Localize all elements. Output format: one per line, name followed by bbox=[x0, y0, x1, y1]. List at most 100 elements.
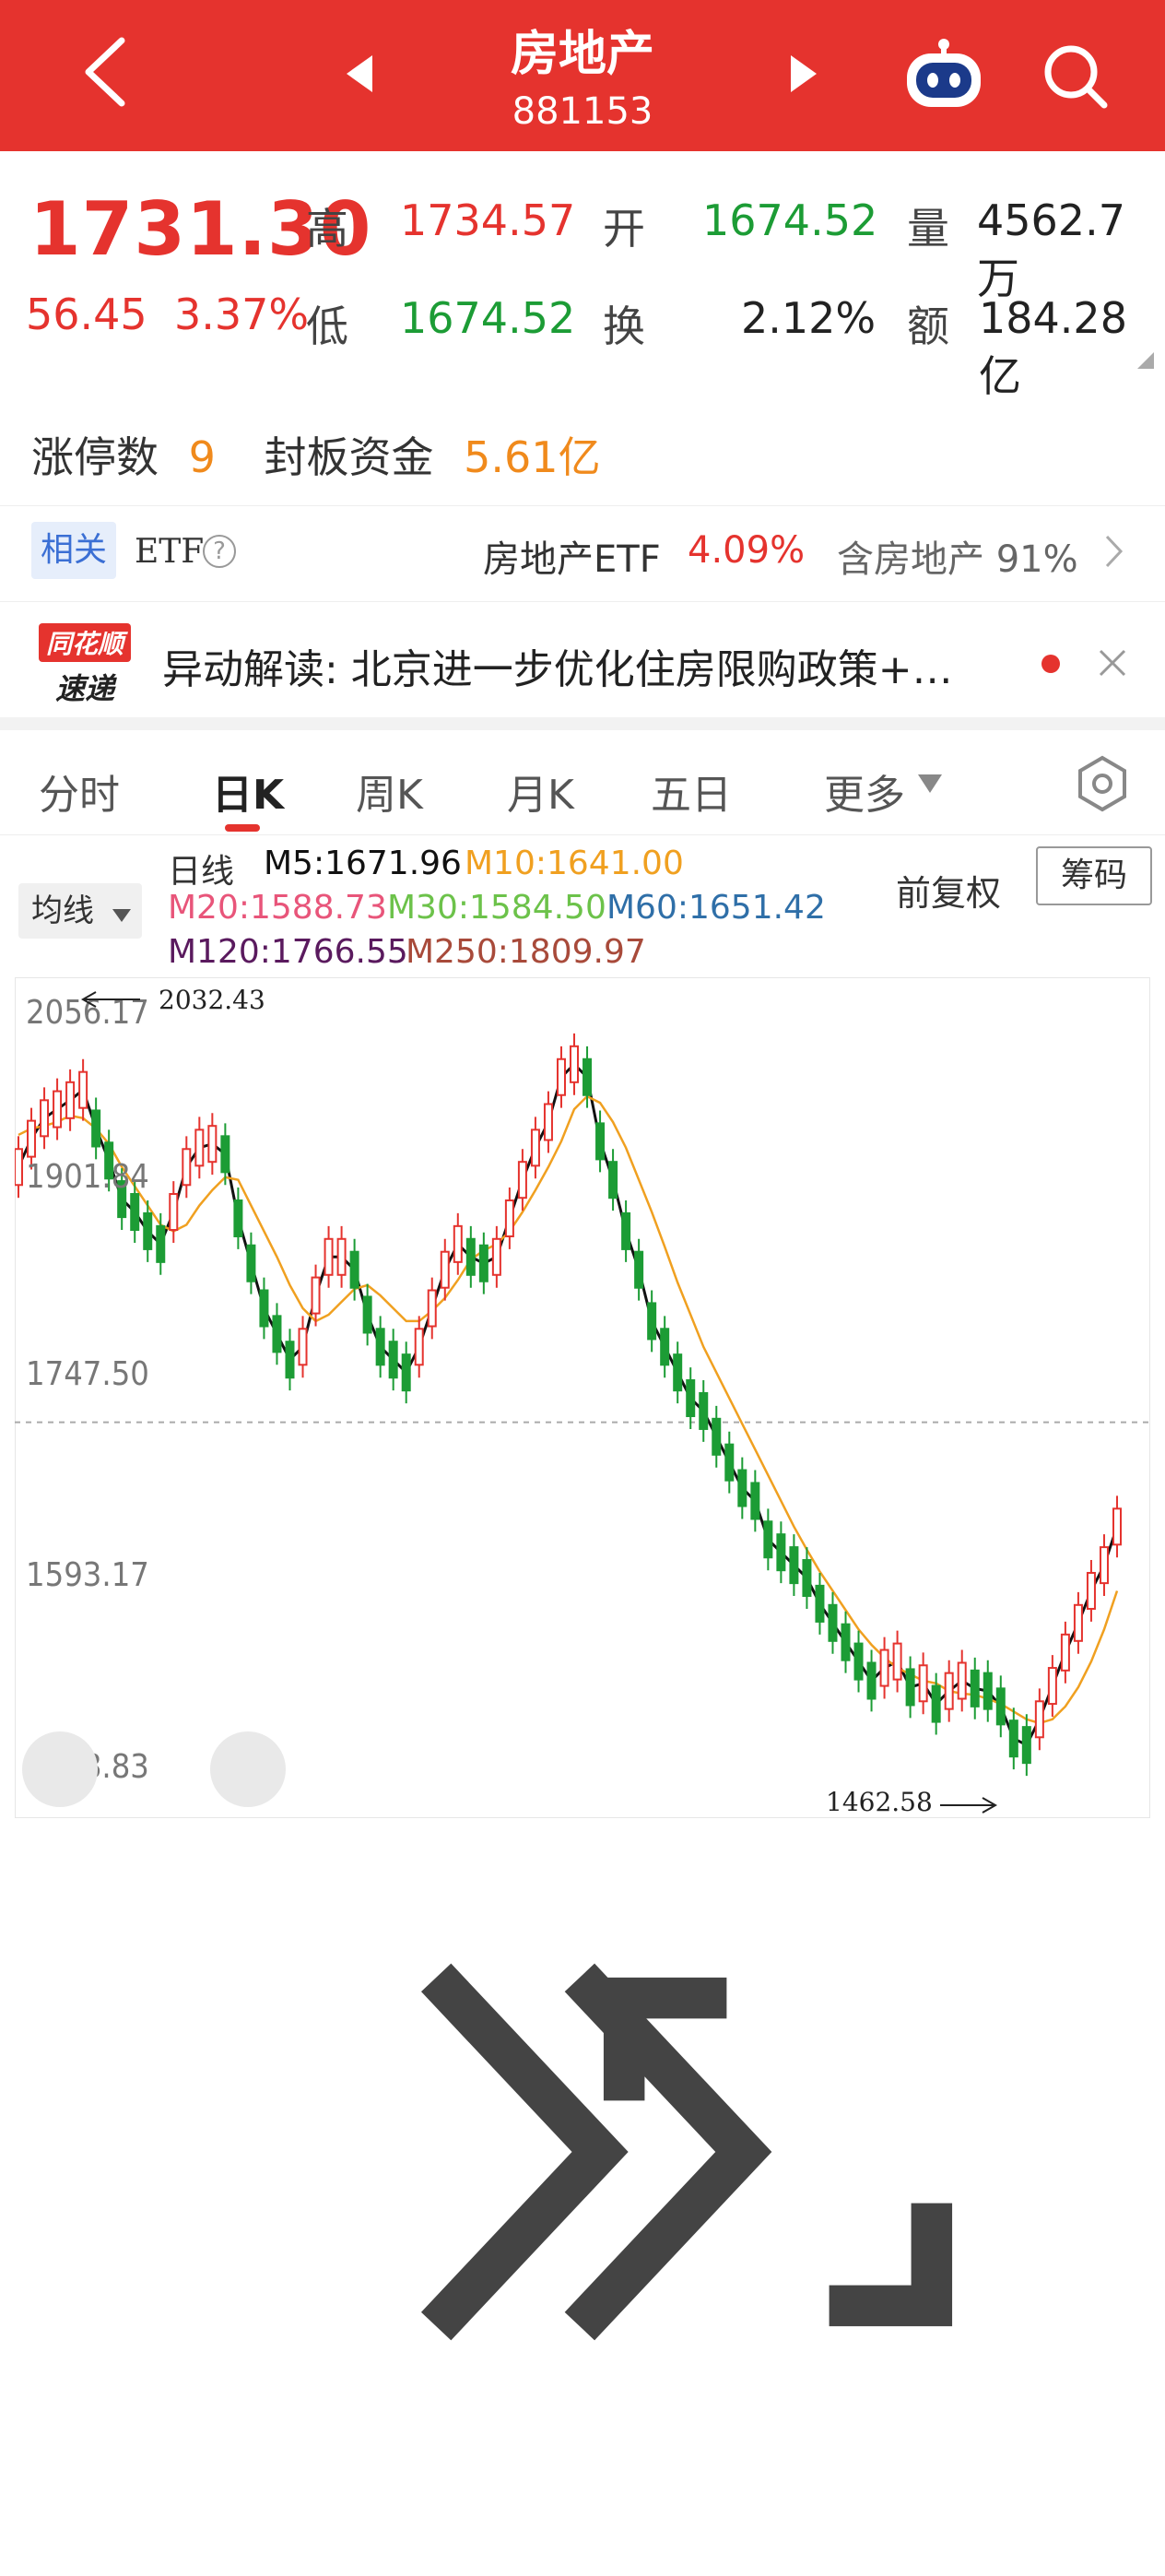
ma-legend: 均线 日线 M5:1671.96 M10:1641.00 M20:1588.73… bbox=[0, 835, 1165, 974]
tab-more[interactable]: 更多 bbox=[824, 762, 905, 821]
candle-body bbox=[207, 1125, 218, 1164]
high-annotation: 2032.43 bbox=[159, 985, 265, 1015]
candle-body bbox=[737, 1469, 747, 1507]
divider bbox=[0, 505, 1165, 506]
volume-value: 4562.7万 bbox=[977, 195, 1125, 303]
candle-body bbox=[750, 1482, 760, 1520]
high-label: 高 bbox=[306, 204, 348, 254]
chart-tabs: 分时 日K 周K 月K 五日 更多 bbox=[0, 730, 1165, 835]
kline-chart[interactable]: 2056.17 1901.84 1747.50 1593.17 1438.83 … bbox=[14, 976, 1151, 2341]
limit-up-row: 涨停数 9 封板资金 5.61亿 bbox=[31, 424, 601, 485]
tab-five-day[interactable]: 五日 bbox=[651, 762, 732, 821]
divider bbox=[0, 601, 1165, 602]
candle-body bbox=[1112, 1507, 1122, 1546]
candle-body bbox=[841, 1623, 851, 1661]
candle-body bbox=[65, 1081, 76, 1119]
limit-up-label: 涨停数 bbox=[31, 432, 159, 482]
chips-button[interactable]: 筹码 bbox=[1036, 846, 1152, 905]
caret-down-icon[interactable] bbox=[112, 909, 131, 922]
unread-dot bbox=[1041, 655, 1060, 673]
open-label: 开 bbox=[603, 204, 645, 254]
candle-body bbox=[427, 1289, 437, 1328]
svg-text:同花顺: 同花顺 bbox=[46, 629, 128, 659]
candle-body bbox=[78, 1070, 88, 1109]
candle-body bbox=[634, 1250, 644, 1289]
tab-weekly-k[interactable]: 周K bbox=[356, 762, 423, 821]
candle-body bbox=[1073, 1603, 1083, 1642]
candle-body bbox=[789, 1546, 799, 1585]
active-tab-indicator bbox=[225, 824, 260, 832]
tab-monthly-k[interactable]: 月K bbox=[507, 762, 574, 821]
candle-body bbox=[517, 1161, 527, 1199]
candle-body bbox=[1099, 1546, 1109, 1585]
quote-panel: 1731.30 56.45 3.37% 高 1734.57 开 1674.52 … bbox=[0, 151, 1165, 401]
candle-body bbox=[660, 1328, 670, 1366]
candle-body bbox=[556, 1058, 566, 1096]
news-headline[interactable]: 异动解读: 北京进一步优化住房限购政策+… bbox=[162, 636, 953, 695]
ths-news-logo-icon: 同花顺 速递 bbox=[39, 623, 131, 706]
candle-body bbox=[1060, 1633, 1070, 1672]
robot-assistant-icon[interactable] bbox=[901, 37, 986, 111]
candle-body bbox=[815, 1584, 825, 1623]
ma-m20: M20:1588.73 bbox=[168, 889, 387, 927]
candle-body bbox=[246, 1244, 256, 1282]
candle-body bbox=[621, 1211, 631, 1250]
ma-m60: M60:1651.42 bbox=[606, 889, 826, 927]
candle-body bbox=[686, 1379, 696, 1418]
candle-body bbox=[712, 1417, 722, 1456]
candle-body bbox=[285, 1341, 295, 1379]
etf-name: 房地产ETF bbox=[483, 538, 661, 581]
candle-body bbox=[91, 1109, 101, 1148]
candle-body bbox=[763, 1520, 773, 1559]
y-tick-3: 1593.17 bbox=[26, 1556, 149, 1594]
tab-intraday[interactable]: 分时 bbox=[39, 762, 120, 821]
candle-body bbox=[543, 1103, 553, 1141]
expand-left-button[interactable] bbox=[22, 1731, 772, 2341]
candle-body bbox=[582, 1058, 593, 1096]
candle-body bbox=[905, 1668, 915, 1707]
stock-code: 881153 bbox=[512, 90, 653, 133]
close-icon[interactable] bbox=[1097, 647, 1128, 679]
candle-body bbox=[1086, 1571, 1096, 1610]
page-title: 房地产 bbox=[510, 27, 654, 82]
fullscreen-button[interactable] bbox=[210, 1731, 953, 2327]
news-row[interactable]: 同花顺 速递 异动解读: 北京进一步优化住房限购政策+… bbox=[0, 609, 1165, 717]
seal-fund-value: 5.61亿 bbox=[464, 432, 601, 482]
next-stock-icon[interactable] bbox=[791, 55, 817, 92]
candle-body bbox=[53, 1090, 63, 1128]
candle-body bbox=[298, 1328, 308, 1366]
arrow-left-icon bbox=[80, 991, 140, 1008]
expand-corner-icon[interactable] bbox=[1137, 352, 1154, 369]
candle-body bbox=[608, 1161, 618, 1199]
candle-body bbox=[272, 1315, 282, 1353]
candle-body bbox=[169, 1193, 179, 1232]
related-etf-row[interactable]: 相关 ETF ? 房地产ETF 4.09% 含房地产 91% bbox=[0, 516, 1165, 599]
candle-body bbox=[156, 1224, 166, 1263]
candle-body bbox=[491, 1237, 501, 1276]
help-icon[interactable]: ? bbox=[203, 535, 236, 568]
candle-body bbox=[401, 1353, 411, 1392]
settings-hexagon-icon[interactable] bbox=[1073, 754, 1132, 813]
adjust-mode[interactable]: 前复权 bbox=[896, 865, 1001, 916]
candle-body bbox=[311, 1276, 321, 1315]
chevron-right-icon[interactable] bbox=[1102, 533, 1126, 570]
search-icon[interactable] bbox=[1038, 39, 1112, 112]
tab-daily-k[interactable]: 日K bbox=[212, 762, 284, 821]
low-value: 1674.52 bbox=[400, 293, 576, 343]
candle-body bbox=[233, 1199, 243, 1237]
etf-contain-ratio: 含房地产 91% bbox=[837, 538, 1078, 581]
candle-body bbox=[853, 1642, 864, 1681]
candle-body bbox=[375, 1328, 385, 1366]
candle-body bbox=[27, 1119, 37, 1158]
amount-label: 额 bbox=[907, 301, 949, 351]
candle-body bbox=[220, 1135, 230, 1174]
candle-body bbox=[440, 1250, 450, 1289]
fullscreen-icon bbox=[603, 1977, 953, 2327]
open-value: 1674.52 bbox=[702, 195, 878, 245]
ma-m120: M120:1766.55 bbox=[168, 933, 408, 971]
chevron-down-icon[interactable] bbox=[918, 774, 942, 793]
candle-body bbox=[414, 1328, 424, 1366]
candle-body bbox=[40, 1099, 50, 1138]
candle-body bbox=[259, 1289, 269, 1328]
kline-svg bbox=[14, 976, 1151, 1819]
